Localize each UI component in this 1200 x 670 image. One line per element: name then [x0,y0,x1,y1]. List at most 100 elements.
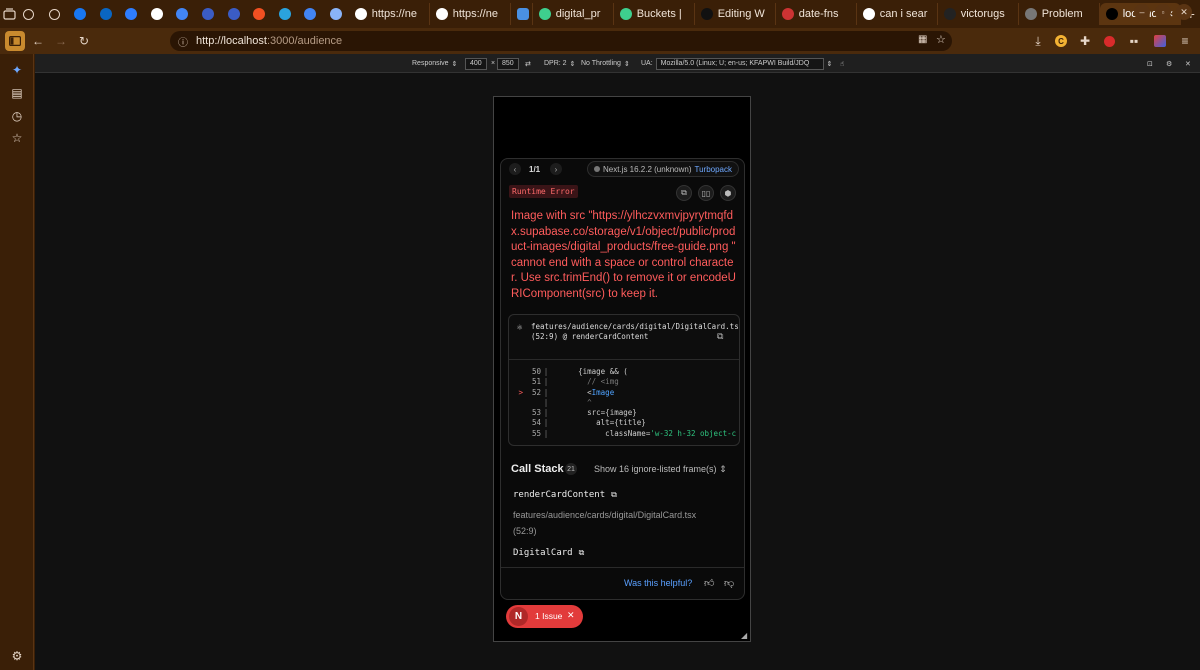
ua-input[interactable]: Mozilla/5.0 (Linux; U; en-us; KFAPWI Bui… [655,57,824,70]
browser-tab[interactable]: https://ne [430,3,511,25]
extension-red-icon[interactable] [1099,31,1119,51]
browser-tab[interactable]: can i sear [857,3,938,25]
ua-field[interactable]: UA: Mozilla/5.0 (Linux; U; en-us; KFAPWI … [641,57,833,70]
issues-badge[interactable]: N 1 Issue ✕ [506,605,583,628]
close-window-button[interactable]: ✕ [1176,4,1192,20]
external-link-icon[interactable]: ⧉ [611,490,617,500]
sidebar-toggle-icon[interactable] [5,31,25,51]
sidebar-settings-gear-icon[interactable]: ⚙ [9,648,25,664]
code-line-pipe: | [543,428,549,438]
extension-c-icon[interactable]: C [1051,31,1071,51]
browser-tab[interactable] [511,3,533,25]
source-file-location: features/audience/cards/digital/DigitalC… [531,322,740,341]
next-error-button[interactable]: › [550,163,562,175]
code-token: // <img [551,377,619,387]
pinned-tab[interactable] [221,0,247,28]
open-in-editor-icon[interactable]: ⧉ [717,332,723,342]
pinned-tab[interactable] [118,0,144,28]
rdm-settings-icon[interactable]: ⚙ [1166,57,1172,70]
browser-tab[interactable]: Buckets | [614,3,695,25]
browser-tab[interactable]: Problem [1019,3,1100,25]
bookmarks-star-icon[interactable]: ☆ [9,130,25,146]
code-token: < [551,387,592,397]
prev-error-button[interactable]: ‹ [509,163,521,175]
external-link-icon[interactable]: ⧉ [579,548,585,558]
reload-icon[interactable]: ↻ [74,31,94,51]
responsive-design-toolbar: Responsive ⇕ 400 × 850 ⇄ DPR: 2 ⇕ No Throt… [35,54,1200,73]
device-select[interactable]: Responsive ⇕ [412,57,457,70]
stack-frame-fn[interactable]: DigitalCard ⧉ [513,548,584,558]
width-input[interactable]: 400 [465,57,487,70]
tab-title: https://ne [371,8,417,20]
extension-devtools-icon[interactable] [1150,31,1170,51]
back-arrow-icon[interactable]: ← [28,31,48,51]
minimize-button[interactable]: – [1134,4,1150,20]
height-input[interactable]: 850 [497,57,519,70]
code-line-marker [509,377,523,387]
code-token: alt={title} [551,418,646,428]
tab-title: Editing W [717,8,765,20]
version-badge[interactable]: Next.js 16.2.2 (unknown) Turbopack [587,161,739,177]
touch-simulation-icon[interactable]: ☝ [840,57,844,70]
close-rdm-icon[interactable]: ✕ [1185,57,1191,70]
bookmark-star-icon[interactable]: ☆ [936,33,946,46]
restore-button[interactable]: ▫ [1155,4,1171,20]
browser-tab[interactable]: digital_pr [533,3,614,25]
dismiss-issues-icon[interactable]: ✕ [567,610,575,621]
overlay-header: ‹ 1/1 › Next.js 16.2.2 (unknown) Turbopa… [501,159,744,181]
browser-tab[interactable]: https://ne [349,3,430,25]
nav-toolbar: ← → ↻ ⓘ http://localhost:3000/audience ▦… [0,28,1200,54]
history-clock-icon[interactable]: ◷ [9,108,25,124]
tab-title: date-fns [798,8,839,20]
pinned-tab[interactable] [272,0,298,28]
browser-sidebar: ✦ ▤ ◷ ☆ ⚙ [0,54,34,670]
pinned-tab[interactable] [246,0,272,28]
pinned-tab[interactable] [16,0,42,28]
extensions-grid-icon[interactable]: ▪▪ [1124,31,1144,51]
ai-sparkle-icon[interactable]: ✦ [9,62,25,78]
menu-hamburger-icon[interactable]: ≡ [1175,31,1195,51]
extensions-puzzle-icon[interactable]: ✚ [1075,31,1095,51]
tab-overview-icon[interactable] [3,4,16,24]
browser-tab[interactable]: victorugs [938,3,1019,25]
code-line-no: 50 [531,367,541,376]
code-line-text: ^ [551,398,592,408]
pinned-tab[interactable] [298,0,324,28]
browser-tab[interactable]: Editing W [695,3,776,25]
qr-code-icon[interactable]: ▦ [918,34,927,45]
pinned-tab[interactable] [323,0,349,28]
code-line-pipe: | [543,408,549,418]
resize-handle-icon[interactable]: ◢ [741,631,747,640]
code-line-pipe: | [543,387,549,397]
url-path: :3000/audience [266,35,343,47]
nextjs-logo-icon[interactable]: ⬢ [720,185,736,201]
browser-tab[interactable]: date-fns [776,3,857,25]
docs-book-icon[interactable]: ▯▯ [698,185,714,201]
site-info-icon[interactable]: ⓘ [178,34,188,49]
thumbs-up-icon[interactable]: 👍︎ [704,577,714,589]
copy-error-icon[interactable]: ⧉ [676,185,692,201]
reading-list-icon[interactable]: ▤ [9,85,25,101]
address-bar[interactable]: ⓘ http://localhost:3000/audience ▦ ☆ [170,31,952,51]
forward-arrow-icon[interactable]: → [51,31,71,51]
thumbs-down-icon[interactable]: 👎︎ [724,577,734,589]
code-token: src={image} [551,408,637,418]
helpful-question: Was this helpful? [624,578,693,588]
pinned-tab[interactable] [144,0,170,28]
width-field[interactable]: 400 [465,57,487,70]
stack-frame-path: features/audience/cards/digital/DigitalC… [513,510,697,536]
pinned-tab[interactable] [42,0,68,28]
pinned-tab[interactable] [93,0,119,28]
downloads-icon[interactable]: ⤓ [1028,31,1048,51]
dpr-select[interactable]: DPR: 2 ⇕ [544,57,575,70]
stack-frame-fn[interactable]: renderCardContent ⧉ [513,490,617,500]
docs-icon [304,8,317,20]
throttling-select[interactable]: No Throttling ⇕ [581,57,630,70]
pinned-tab[interactable] [170,0,196,28]
pinned-tab[interactable] [195,0,221,28]
screenshot-icon[interactable]: ⊡ [1147,57,1153,70]
height-field[interactable]: 850 [497,57,519,70]
rotate-device-icon[interactable]: ⇄ [525,57,531,70]
ignore-listed-toggle[interactable]: Show 16 ignore-listed frame(s) ⇕ [594,464,727,475]
pinned-tab[interactable] [67,0,93,28]
